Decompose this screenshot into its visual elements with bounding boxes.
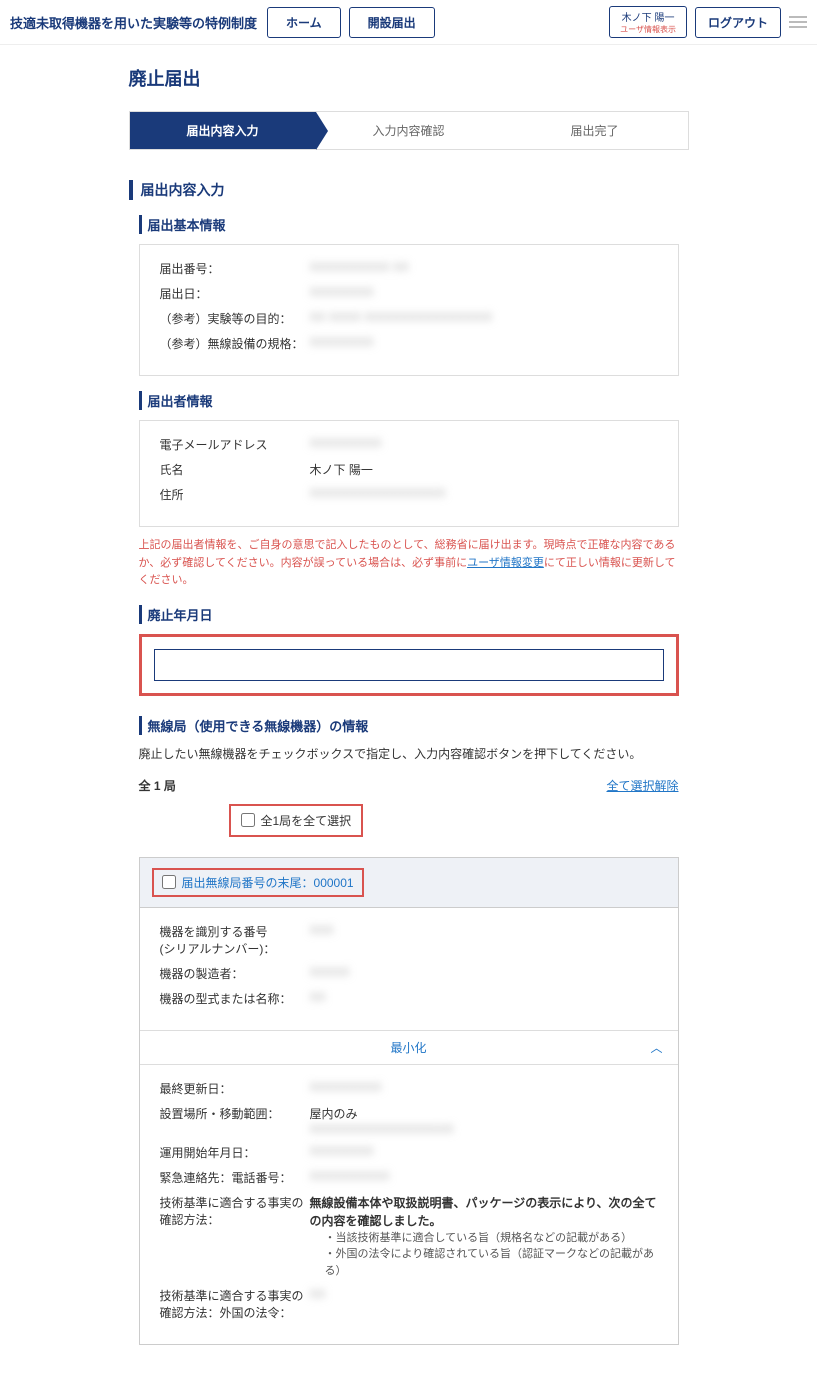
email-value: XXXXXXXXX bbox=[310, 436, 658, 453]
station-instruction: 廃止したい無線機器をチェックボックスで指定し、入力内容確認ボタンを押下してくださ… bbox=[139, 745, 679, 762]
station-box: 届出無線局番号の末尾：000001 機器を識別する番号 (シリアルナンバー)： … bbox=[139, 857, 679, 1346]
select-all-checkbox[interactable] bbox=[241, 813, 255, 827]
email-label: 電子メールアドレス bbox=[160, 436, 310, 453]
stepper: 届出内容入力 入力内容確認 届出完了 bbox=[129, 111, 689, 150]
step-2-confirm: 入力内容確認 bbox=[316, 112, 502, 149]
applicant-title: 届出者情報 bbox=[139, 391, 689, 410]
minimize-label: 最小化 bbox=[390, 1039, 426, 1056]
user-name: 木ノ下 陽一 bbox=[620, 9, 676, 24]
model-value: XX bbox=[310, 990, 658, 1007]
logout-button[interactable]: ログアウト bbox=[695, 7, 781, 38]
page-title: 廃止届出 bbox=[129, 65, 689, 91]
station-checkbox[interactable] bbox=[162, 875, 176, 889]
confirm-value: 無線設備本体や取扱説明書、パッケージの表示により、次の全ての内容を確認しました。… bbox=[310, 1194, 658, 1280]
chevron-up-icon: ︿ bbox=[650, 1039, 662, 1056]
applicant-box: 電子メールアドレス XXXXXXXXX 氏名 木ノ下 陽一 住所 XXXXXXX… bbox=[139, 420, 679, 527]
serial-label: 機器を識別する番号 (シリアルナンバー)： bbox=[160, 923, 310, 957]
open-notification-button[interactable]: 開設届出 bbox=[349, 7, 435, 38]
date-label: 届出日： bbox=[160, 285, 310, 302]
select-all-text: 全1局を全て選択 bbox=[261, 812, 352, 829]
location-label: 設置場所・移動範囲： bbox=[160, 1105, 310, 1136]
address-label: 住所 bbox=[160, 486, 310, 503]
notice-text: 上記の届出者情報を、ご自身の意思で記入したものとして、総務省に届け出ます。現時点… bbox=[139, 537, 679, 590]
serial-value: XXX bbox=[310, 923, 658, 957]
hamburger-menu-icon[interactable] bbox=[789, 13, 807, 31]
date-value: XXXXXXXX bbox=[310, 285, 658, 302]
abolish-date-input[interactable] bbox=[154, 649, 664, 681]
standard-value: XXXXXXXX bbox=[310, 335, 658, 352]
station-header: 届出無線局番号の末尾：000001 bbox=[140, 858, 678, 908]
basic-info-box: 届出番号： XXXXXXXXXX XX 届出日： XXXXXXXX （参考）実験… bbox=[139, 244, 679, 376]
minimize-toggle[interactable]: 最小化 ︿ bbox=[140, 1030, 678, 1065]
number-label: 届出番号： bbox=[160, 260, 310, 277]
user-info-label: ユーザ情報表示 bbox=[620, 24, 676, 35]
select-all-frame: 全1局を全て選択 bbox=[229, 804, 364, 837]
select-all-checkbox-label[interactable]: 全1局を全て選択 bbox=[241, 812, 352, 829]
number-value: XXXXXXXXXX XX bbox=[310, 260, 658, 277]
name-value: 木ノ下 陽一 bbox=[310, 461, 658, 478]
model-label: 機器の型式または名称： bbox=[160, 990, 310, 1007]
foreign-label: 技術基準に適合する事実の確認方法：外国の法令： bbox=[160, 1287, 310, 1321]
emergency-label: 緊急連絡先：電話番号： bbox=[160, 1169, 310, 1186]
abolish-date-title: 廃止年月日 bbox=[139, 605, 689, 624]
updated-value: XXXXXXXXX bbox=[310, 1080, 658, 1097]
station-info-title: 無線局（使用できる無線機器）の情報 bbox=[139, 716, 689, 735]
purpose-value: XX XXXX XXXXXXXXXXXXXXXX bbox=[310, 310, 658, 327]
clear-all-link[interactable]: 全て選択解除 bbox=[606, 777, 678, 794]
basic-info-title: 届出基本情報 bbox=[139, 215, 689, 234]
station-checkbox-label[interactable]: 届出無線局番号の末尾：000001 bbox=[162, 874, 354, 891]
maker-value: XXXXX bbox=[310, 965, 658, 982]
emergency-value: XXXXXXXXXX bbox=[310, 1169, 658, 1186]
name-label: 氏名 bbox=[160, 461, 310, 478]
step-3-complete: 届出完了 bbox=[502, 112, 688, 149]
home-button[interactable]: ホーム bbox=[267, 7, 341, 38]
app-title: 技適未取得機器を用いた実験等の特例制度 bbox=[10, 13, 257, 32]
location-value: 屋内のみ XXXXXXXXXXXXXXXXXX bbox=[310, 1105, 658, 1136]
confirm-label: 技術基準に適合する事実の確認方法： bbox=[160, 1194, 310, 1280]
header: 技適未取得機器を用いた実験等の特例制度 ホーム 開設届出 木ノ下 陽一 ユーザ情… bbox=[0, 0, 817, 45]
abolish-date-frame bbox=[139, 634, 679, 696]
step-1-input: 届出内容入力 bbox=[130, 112, 316, 149]
start-value: XXXXXXXX bbox=[310, 1144, 658, 1161]
user-info-button[interactable]: 木ノ下 陽一 ユーザ情報表示 bbox=[609, 6, 687, 38]
updated-label: 最終更新日： bbox=[160, 1080, 310, 1097]
section-title: 届出内容入力 bbox=[129, 180, 689, 200]
standard-label: （参考）無線設備の規格： bbox=[160, 335, 310, 352]
start-label: 運用開始年月日： bbox=[160, 1144, 310, 1161]
address-value: XXXXXXXXXXXXXXXXX bbox=[310, 486, 658, 503]
maker-label: 機器の製造者： bbox=[160, 965, 310, 982]
user-info-change-link[interactable]: ユーザ情報変更 bbox=[467, 557, 544, 569]
purpose-label: （参考）実験等の目的： bbox=[160, 310, 310, 327]
foreign-value: XX bbox=[310, 1287, 658, 1321]
station-header-text: 届出無線局番号の末尾：000001 bbox=[182, 874, 354, 891]
station-count: 全 1 局 bbox=[139, 777, 176, 794]
